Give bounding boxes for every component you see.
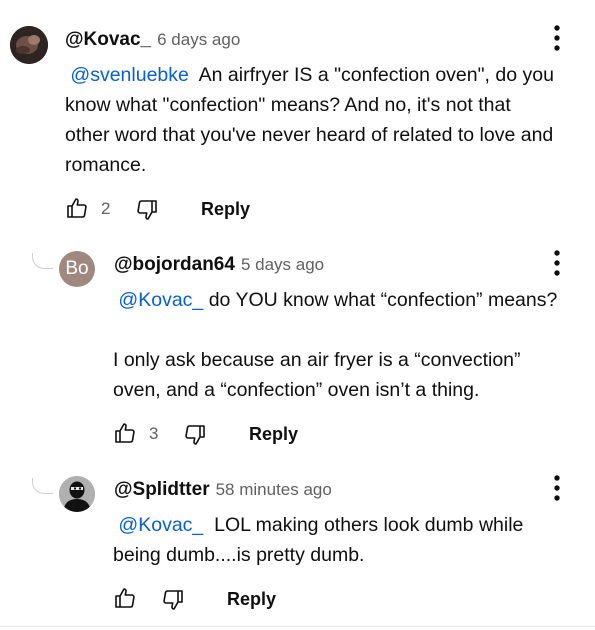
avatar-kovac[interactable] — [10, 26, 48, 64]
thumbs-up-icon — [67, 198, 87, 218]
comment-time[interactable]: 6 days ago — [157, 30, 240, 49]
thread-connector — [32, 253, 53, 269]
comment-time[interactable]: 5 days ago — [241, 255, 324, 274]
comment-line: being dumb....is pretty dumb. — [113, 544, 365, 566]
comment-text-segment: do YOU know what “confection” means? — [208, 289, 558, 311]
comment-line: oven, and a “confection” oven isn’t a th… — [113, 379, 480, 401]
like-button[interactable] — [113, 421, 137, 445]
comment-text: @Kovac_ LOL making others look dumb whil… — [113, 510, 591, 570]
comment-author[interactable]: @bojordan64 — [114, 254, 235, 275]
more-vert-icon[interactable] — [547, 23, 567, 53]
reply-button[interactable]: Reply — [249, 424, 298, 445]
thumbs-up-icon — [115, 423, 135, 443]
avatar-initials: Bo — [65, 258, 89, 279]
comment-line: @svenluebke An airfryer IS a "confection… — [65, 60, 590, 90]
comment-line: romance. — [65, 154, 147, 176]
comment-line: @Kovac_ LOL making others look dumb whil… — [113, 510, 591, 540]
comment-line: other word that you've never heard of re… — [65, 124, 554, 146]
mention-link[interactable]: @Kovac_ — [118, 514, 203, 536]
comment-header: @bojordan64 5 days ago — [114, 254, 324, 276]
thumbs-up-icon — [115, 588, 135, 608]
like-count: 3 — [149, 424, 159, 443]
comment-text-segment: An airfryer IS a "confection oven", do y… — [198, 64, 554, 86]
comment-line: @Kovac_ do YOU know what “confection” me… — [113, 285, 591, 315]
dislike-button[interactable] — [161, 588, 185, 612]
dislike-button[interactable] — [183, 423, 207, 447]
avatar-bojordan64[interactable]: Bo — [59, 251, 95, 287]
comment-line: know what "confection" means? And no, it… — [65, 94, 511, 116]
reply-button[interactable]: Reply — [201, 199, 250, 220]
thread-connector — [32, 478, 53, 494]
avatar-photo — [10, 26, 48, 64]
like-button[interactable] — [113, 586, 137, 610]
comment-time[interactable]: 58 minutes ago — [216, 480, 332, 499]
thumbs-down-icon — [163, 590, 183, 610]
comment-text: @svenluebke An airfryer IS a "confection… — [65, 60, 590, 180]
comment-author[interactable]: @Kovac_ — [65, 29, 151, 50]
masked-figure-avatar — [59, 476, 95, 512]
dislike-button[interactable] — [135, 198, 159, 222]
like-count: 2 — [101, 199, 111, 218]
avatar-splidtter[interactable] — [59, 476, 95, 512]
more-vert-icon[interactable] — [547, 473, 567, 503]
comment-line: I only ask because an air fryer is a “co… — [113, 349, 521, 371]
mention-link[interactable]: @svenluebke — [70, 64, 188, 86]
mention-link[interactable]: @Kovac_ — [118, 289, 203, 311]
thumbs-down-icon — [185, 425, 205, 445]
comment-header: @Splidtter 58 minutes ago — [114, 479, 332, 501]
thumbs-down-icon — [137, 200, 157, 220]
reply-button[interactable]: Reply — [227, 589, 276, 610]
comment-header: @Kovac_ 6 days ago — [65, 29, 240, 51]
comment-text-segment: LOL making others look dumb while — [214, 514, 524, 536]
like-button[interactable] — [65, 196, 89, 220]
more-vert-icon[interactable] — [547, 248, 567, 278]
comment-author[interactable]: @Splidtter — [114, 479, 210, 500]
comment-text: @Kovac_ do YOU know what “confection” me… — [113, 285, 591, 405]
divider — [0, 626, 595, 627]
